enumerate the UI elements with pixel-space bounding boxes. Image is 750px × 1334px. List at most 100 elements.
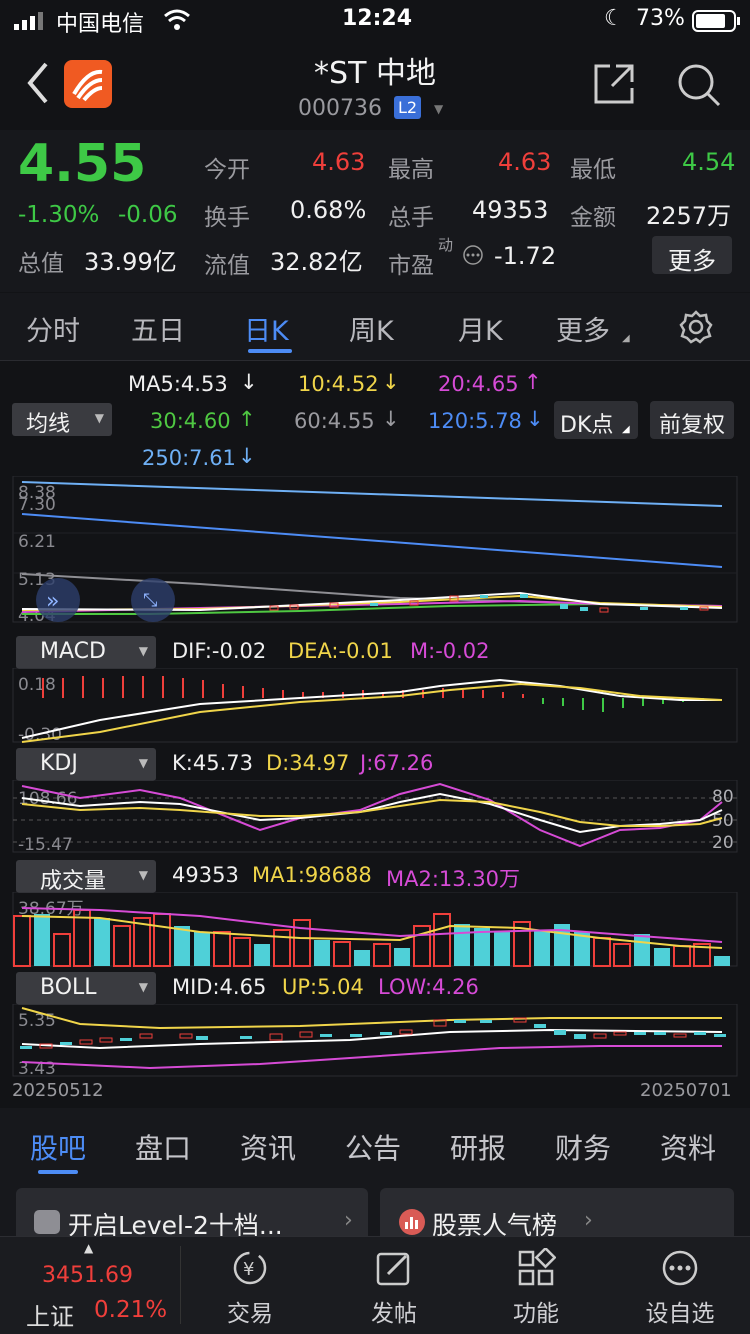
ma-selector[interactable]: 均线 ▼: [12, 403, 112, 437]
double-chevron-icon: »: [46, 589, 59, 614]
high-label: 最高: [388, 157, 434, 183]
macd-top-label: 0.18: [18, 675, 56, 695]
ma30-arrow-icon: ↑: [238, 407, 256, 431]
macd-dif: DIF:-0.02: [172, 639, 267, 663]
tab-more[interactable]: 更多: [556, 309, 610, 348]
tab-forum[interactable]: 股吧: [30, 1127, 86, 1167]
svg-text:¥: ¥: [243, 1259, 254, 1280]
tab-daily-k[interactable]: 日K: [244, 309, 289, 348]
footer-watchlist[interactable]: 设自选: [620, 1248, 740, 1328]
dropdown-caret-icon[interactable]: ▼: [434, 102, 443, 116]
tab-five-day[interactable]: 五日: [131, 309, 185, 348]
kdj-80-label: 80: [712, 787, 734, 807]
date-end: 20250701: [640, 1080, 732, 1101]
float-label: 流值: [204, 253, 250, 279]
tab-monthly-k[interactable]: 月K: [458, 309, 503, 348]
tab-weekly-k[interactable]: 周K: [349, 309, 394, 348]
more-button[interactable]: 更多: [652, 236, 732, 275]
ma5-arrow-icon: ↓: [240, 370, 258, 394]
kdj-selector[interactable]: KDJ ▼: [16, 748, 156, 781]
edit-icon: [376, 1252, 410, 1286]
mktcap-label: 总值: [18, 251, 64, 277]
chevron-right-icon: ›: [584, 1208, 593, 1233]
amount-value: 2257万: [646, 202, 732, 230]
period-tabs: 分时 五日 日K 周K 月K 更多 ◢: [0, 293, 750, 361]
axis-label-730: 7.30: [18, 495, 56, 515]
macd-panel: 0.18 -0.30: [12, 668, 738, 744]
tab-intraday[interactable]: 分时: [26, 309, 80, 348]
carrier-label: 中国电信: [56, 12, 145, 37]
kdj-d: D:34.97: [266, 751, 350, 775]
ma20-value: 20:4.65: [438, 372, 519, 396]
last-price: 4.55: [18, 134, 147, 194]
ma-selector-label: 均线: [26, 412, 71, 437]
ma250-value: 250:7.61: [142, 446, 236, 470]
boll-up-line: [21, 1007, 722, 1030]
ma60-value: 60:4.55: [294, 409, 375, 433]
tab-financials[interactable]: 财务: [555, 1127, 611, 1167]
ma30-value: 30:4.60: [150, 409, 231, 433]
macd-selector[interactable]: MACD ▼: [16, 636, 156, 669]
date-start: 20250512: [12, 1080, 104, 1101]
kdj-d-line: [21, 798, 723, 827]
signal-icon: [14, 11, 48, 30]
low-value: 4.54: [682, 148, 736, 176]
quote-panel: 4.55 -1.30% -0.06 总值 33.99亿 今开 4.63 最高 4…: [0, 130, 750, 292]
adjust-button[interactable]: 前复权: [650, 401, 734, 439]
more-circle-icon: [662, 1250, 698, 1286]
chevron-right-icon: ›: [344, 1208, 353, 1233]
macd-dif-line: [21, 678, 722, 739]
turnover-label: 换手: [204, 205, 250, 231]
search-icon[interactable]: [676, 62, 722, 112]
watchlist-label: 设自选: [645, 1301, 715, 1327]
ma120-line: [21, 513, 723, 568]
clock: 12:24: [342, 6, 413, 31]
level2-card-icon: [34, 1210, 60, 1234]
index-change: 0.21%: [94, 1297, 168, 1323]
tab-news[interactable]: 资讯: [240, 1127, 296, 1167]
forum-tab-indicator: [38, 1170, 78, 1174]
pe-value: -1.72: [494, 242, 557, 270]
boll-up: UP:5.04: [282, 975, 364, 999]
turnover-value: 0.68%: [290, 196, 367, 224]
change-amount: -0.06: [118, 202, 178, 228]
index-ticker[interactable]: ▲ 3451.69 上证 0.21%: [0, 1237, 180, 1334]
tab-orderbook[interactable]: 盘口: [135, 1127, 191, 1167]
more-dots-icon[interactable]: [462, 244, 484, 270]
settings-icon[interactable]: [678, 309, 714, 349]
boll-top-label: 5.35: [18, 1011, 56, 1031]
share-icon[interactable]: [592, 62, 636, 110]
volume-label: 总手: [388, 205, 434, 231]
status-bar: 中国电信 12:24 ☾ 73%: [0, 0, 750, 40]
stock-title: *ST 中地: [314, 56, 436, 91]
nav-header: *ST 中地 000736 L2 ▼: [0, 40, 750, 130]
macd-selector-label: MACD: [40, 639, 106, 664]
footer-post[interactable]: 发帖: [334, 1248, 454, 1328]
volume-ma1: MA1:98688: [252, 863, 372, 887]
tab-research[interactable]: 研报: [450, 1127, 506, 1167]
amount-label: 金额: [570, 205, 616, 231]
tab-announcements[interactable]: 公告: [345, 1127, 401, 1167]
ma250-line: [21, 481, 723, 507]
low-label: 最低: [570, 157, 616, 183]
kline-chart-area: 均线 ▼ MA5:4.53 ↓ 10:4.52 ↓ 20:4.65 ↑ 30:4.…: [0, 362, 750, 1108]
footer-divider: [180, 1246, 181, 1324]
volume-selector[interactable]: 成交量 ▼: [16, 860, 156, 894]
expand-up-icon: ▲: [84, 1241, 94, 1255]
level2-badge[interactable]: L2: [394, 96, 422, 119]
ma60-arrow-icon: ↓: [382, 407, 400, 431]
boll-panel: 5.35 3.43: [12, 1004, 738, 1078]
ma20-arrow-icon: ↑: [524, 370, 542, 394]
tab-profile[interactable]: 资料: [660, 1127, 716, 1167]
ma5-value: MA5:4.53: [128, 372, 228, 396]
footer-features[interactable]: 功能: [476, 1248, 596, 1328]
footer-trade[interactable]: ¥ 交易: [190, 1248, 310, 1328]
boll-selector[interactable]: BOLL ▼: [16, 972, 156, 1005]
pe-label: 市盈: [388, 253, 434, 279]
volume-value: 49353: [472, 196, 549, 224]
ma10-arrow-icon: ↓: [382, 370, 400, 394]
moon-icon: ☾: [604, 6, 624, 31]
volume-selector-label: 成交量: [40, 869, 107, 894]
high-value: 4.63: [498, 148, 552, 176]
macd-m: M:-0.02: [410, 639, 490, 663]
